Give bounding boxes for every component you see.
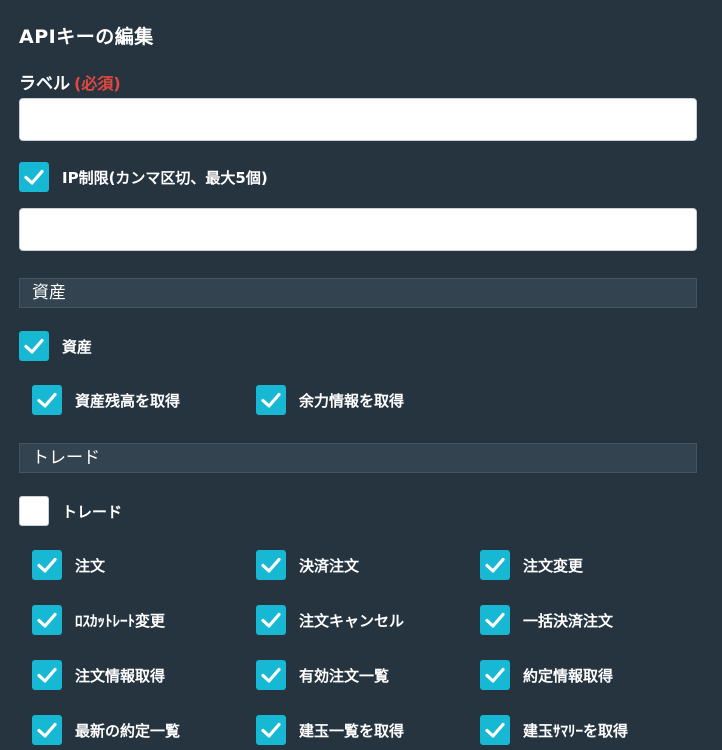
checkbox-get-positions-summary[interactable]: 建玉ｻﾏﾘｰを取得 — [480, 715, 628, 745]
checkbox-latest-executions-list[interactable]: 最新の約定一覧 — [32, 715, 180, 745]
checkbox-checked-icon — [256, 660, 286, 690]
checkbox-checked-icon — [480, 715, 510, 745]
checkbox-label: ﾛｽｶｯﾄﾚｰﾄ変更 — [75, 611, 166, 630]
checkbox-label: 約定情報取得 — [523, 666, 614, 685]
checkbox-label: 注文情報取得 — [75, 666, 166, 685]
checkbox-unchecked-icon — [19, 496, 49, 526]
trade-group-checkbox[interactable]: トレード — [19, 496, 122, 526]
checkbox-get-margin-info[interactable]: 余力情報を取得 — [256, 385, 404, 415]
checkbox-order[interactable]: 注文 — [32, 550, 105, 580]
checkbox-checked-icon — [32, 660, 62, 690]
checkbox-checked-icon — [19, 331, 49, 361]
checkbox-checked-icon — [480, 660, 510, 690]
checkbox-checked-icon — [32, 385, 62, 415]
checkbox-get-asset-balance[interactable]: 資産残高を取得 — [32, 385, 180, 415]
checkbox-checked-icon — [480, 550, 510, 580]
checkbox-get-positions-list[interactable]: 建玉一覧を取得 — [256, 715, 404, 745]
ip-restriction-label: IP制限(カンマ区切、最大5個) — [62, 168, 268, 187]
checkbox-label: 注文キャンセル — [299, 611, 405, 630]
ip-restriction-checkbox[interactable]: IP制限(カンマ区切、最大5個) — [19, 162, 268, 192]
checkbox-label: 建玉一覧を取得 — [299, 721, 405, 740]
checkbox-active-orders-list[interactable]: 有効注文一覧 — [256, 660, 389, 690]
checkbox-bulk-close-order[interactable]: 一括決済注文 — [480, 605, 613, 635]
checkbox-checked-icon — [256, 385, 286, 415]
label-field-label: ラベル (必須) — [19, 69, 121, 94]
trade-group-label: トレード — [62, 502, 123, 521]
section-header-assets: 資産 — [19, 278, 697, 308]
checkbox-label: 資産残高を取得 — [75, 391, 181, 410]
section-header-trade: トレード — [19, 443, 697, 473]
assets-group-label: 資産 — [62, 337, 93, 356]
checkbox-checked-icon — [32, 715, 62, 745]
checkbox-label: 余力情報を取得 — [299, 391, 405, 410]
checkbox-checked-icon — [256, 550, 286, 580]
checkbox-get-order-info[interactable]: 注文情報取得 — [32, 660, 165, 690]
checkbox-label: 最新の約定一覧 — [75, 721, 181, 740]
checkbox-label: 一括決済注文 — [523, 611, 614, 630]
checkbox-checked-icon — [480, 605, 510, 635]
checkbox-checked-icon — [32, 550, 62, 580]
checkbox-label: 有効注文一覧 — [299, 666, 390, 685]
checkbox-checked-icon — [256, 605, 286, 635]
label-text: ラベル — [19, 74, 70, 94]
checkbox-checked-icon — [32, 605, 62, 635]
checkbox-change-losscut-rate[interactable]: ﾛｽｶｯﾄﾚｰﾄ変更 — [32, 605, 165, 635]
checkbox-label: 注文 — [75, 556, 106, 575]
label-input[interactable] — [19, 98, 697, 141]
page-title: APIキーの編集 — [19, 26, 154, 48]
checkbox-label: 建玉ｻﾏﾘｰを取得 — [523, 721, 629, 740]
checkbox-label: 注文変更 — [523, 556, 584, 575]
checkbox-cancel-order[interactable]: 注文キャンセル — [256, 605, 404, 635]
checkbox-checked-icon — [256, 715, 286, 745]
checkbox-checked-icon — [19, 162, 49, 192]
checkbox-modify-order[interactable]: 注文変更 — [480, 550, 583, 580]
checkbox-label: 決済注文 — [299, 556, 360, 575]
ip-input[interactable] — [19, 208, 697, 251]
required-marker: (必須) — [74, 74, 121, 93]
checkbox-get-execution-info[interactable]: 約定情報取得 — [480, 660, 613, 690]
checkbox-close-order[interactable]: 決済注文 — [256, 550, 359, 580]
assets-group-checkbox[interactable]: 資産 — [19, 331, 92, 361]
